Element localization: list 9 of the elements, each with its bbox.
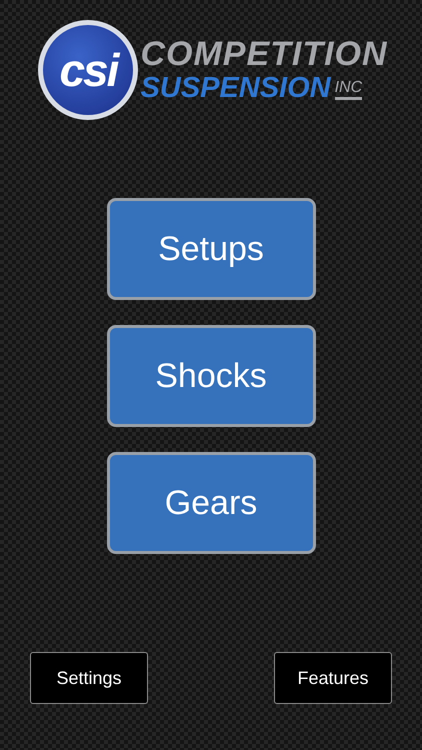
menu-button[interactable]: Setups [106,198,316,300]
logo-badge: csi [38,20,138,120]
logo-suffix: INC [334,79,362,100]
features-button[interactable]: Features [274,652,392,704]
logo-title: COMPETITION [140,36,388,72]
menu-button[interactable]: Shocks [106,325,316,427]
menu-button[interactable]: Gears [106,452,316,554]
logo-subtitle: SUSPENSION [140,72,331,104]
settings-button[interactable]: Settings [30,652,148,704]
